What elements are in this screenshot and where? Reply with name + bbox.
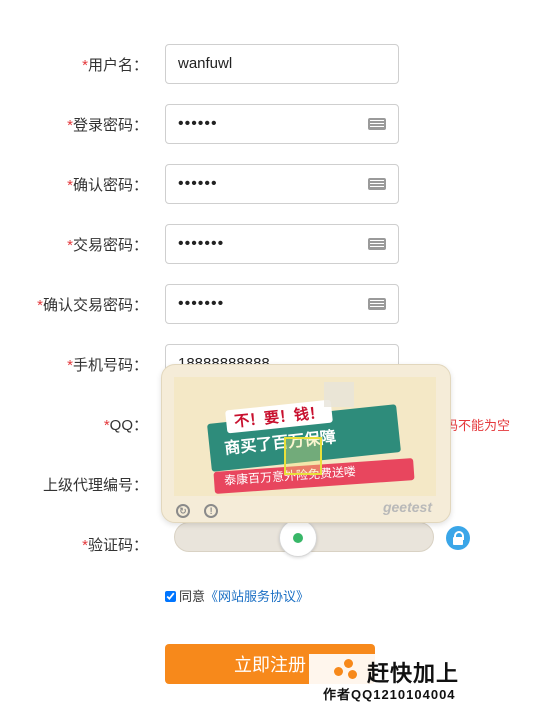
agree-prefix: 同意	[179, 589, 206, 604]
watermark-subtitle: 作者QQ1210104004	[323, 687, 456, 702]
captcha-popup: 不！要！钱！ 商买了百万保障 泰康百万意外险免费送喽 ↻ ! geetest	[161, 364, 451, 523]
qq-error-message: 码不能为空	[445, 418, 511, 433]
puzzle-slot	[324, 382, 354, 407]
confirm-trade-password-input[interactable]: •••••••	[165, 284, 399, 324]
watermark-logo-icon	[334, 659, 360, 679]
geetest-logo: geetest	[382, 499, 432, 515]
login-password-row: *登录密码： ••••••	[0, 104, 541, 144]
trade-password-input[interactable]: •••••••	[165, 224, 399, 264]
captcha-puzzle-image: 不！要！钱！ 商买了百万保障 泰康百万意外险免费送喽	[174, 377, 436, 496]
captcha-tools: ↻ !	[176, 501, 228, 518]
agreement: 同意《网站服务协议》	[165, 586, 309, 605]
confirm-trade-password-row: *确认交易密码： •••••••	[0, 284, 541, 324]
keyboard-icon[interactable]	[368, 238, 386, 250]
username-row: *用户名： wanfuwl	[0, 44, 541, 84]
login-password-label: *登录密码：	[67, 117, 148, 134]
agent-code-label: 上级代理编号：	[42, 477, 148, 494]
keyboard-icon[interactable]	[368, 298, 386, 310]
keyboard-icon[interactable]	[368, 178, 386, 190]
watermark: 赶快加上 作者QQ1210104004	[309, 654, 541, 702]
username-label: *用户名：	[82, 57, 148, 74]
login-password-input[interactable]: ••••••	[165, 104, 399, 144]
captcha-label: *验证码：	[82, 537, 148, 554]
confirm-password-row: *确认密码： ••••••	[0, 164, 541, 204]
refresh-icon[interactable]: ↻	[176, 504, 190, 518]
keyboard-icon[interactable]	[368, 118, 386, 130]
confirm-password-label: *确认密码：	[67, 177, 148, 194]
qq-label: *QQ：	[103, 417, 148, 434]
captcha-slider-handle[interactable]	[279, 519, 317, 557]
service-agreement-link[interactable]: 《网站服务协议》	[205, 589, 309, 604]
agree-checkbox[interactable]	[165, 591, 176, 602]
phone-label: *手机号码：	[67, 357, 148, 374]
username-input[interactable]: wanfuwl	[165, 44, 399, 84]
info-icon[interactable]: !	[204, 504, 219, 518]
puzzle-piece	[284, 437, 322, 475]
captcha-slider-track[interactable]	[174, 519, 434, 557]
lock-icon	[446, 526, 470, 550]
trade-password-row: *交易密码： •••••••	[0, 224, 541, 264]
trade-password-label: *交易密码：	[67, 237, 148, 254]
confirm-trade-password-label: *确认交易密码：	[37, 297, 148, 314]
confirm-password-input[interactable]: ••••••	[165, 164, 399, 204]
